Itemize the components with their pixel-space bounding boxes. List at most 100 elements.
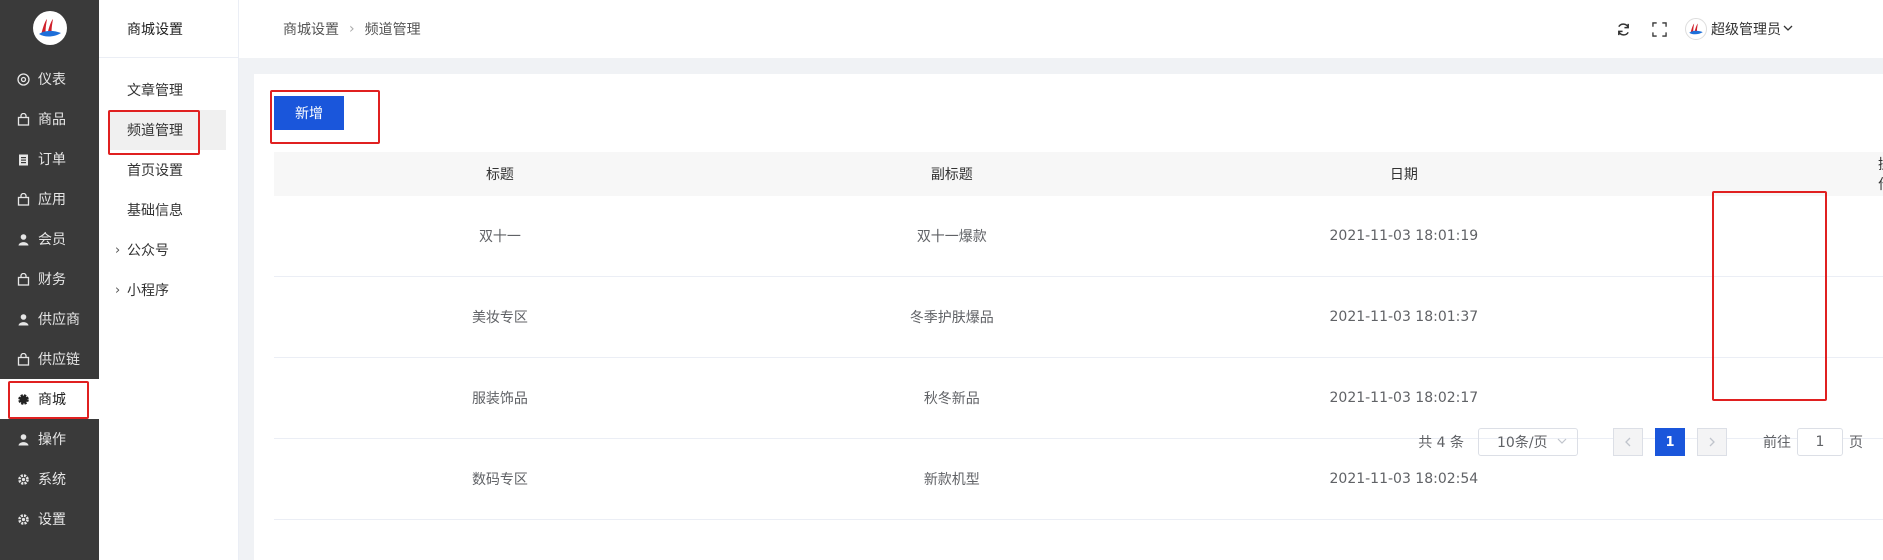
page-size-select[interactable]: 10条/页 [1478, 428, 1578, 456]
sidebar-item-settings[interactable]: 设置 [0, 499, 99, 539]
sidebar-item-system[interactable]: 系统 [0, 459, 99, 499]
next-page-button[interactable] [1697, 428, 1727, 456]
sidebar-item-label: 系统 [38, 472, 66, 488]
sidebar-item-members[interactable]: 会员 [0, 219, 99, 259]
pagination-total: 共 4 条 [1418, 435, 1464, 451]
sub-item-label: 首页设置 [127, 163, 183, 179]
goto-page: 前往 页 [1763, 428, 1863, 456]
sub-item-homepage[interactable]: 首页设置 [108, 150, 226, 190]
top-header: 商城设置 › 频道管理 超级管理员 [239, 0, 1883, 58]
breadcrumb: 商城设置 › 频道管理 [283, 19, 421, 39]
cell-actions: 编辑删除 [1629, 276, 1883, 358]
user-name: 超级管理员 [1711, 22, 1781, 38]
chevron-left-icon [1625, 437, 1631, 447]
header-actions: 超级管理员 [1613, 0, 1793, 58]
page-size-value: 10条/页 [1497, 435, 1548, 451]
clipboard-icon [16, 152, 30, 166]
sidebar-item-supply-chain[interactable]: 供应链 [0, 339, 99, 379]
goto-suffix: 页 [1849, 435, 1863, 451]
prev-page-button[interactable] [1613, 428, 1643, 456]
column-header-title: 标题 [274, 152, 726, 196]
sub-item-label: 基础信息 [127, 203, 183, 219]
gear-icon [16, 472, 30, 486]
sidebar-item-label: 操作 [38, 432, 66, 448]
sidebar-item-label: 会员 [38, 232, 66, 248]
goto-page-input[interactable] [1797, 428, 1843, 456]
column-header-actions: 操作 [1629, 152, 1883, 196]
breadcrumb-item[interactable]: 商城设置 [283, 19, 339, 39]
sidebar-item-products[interactable]: 商品 [0, 99, 99, 139]
sidebar-item-label: 财务 [38, 272, 66, 288]
brand-logo[interactable] [32, 11, 67, 45]
cell-actions: 编辑删除 [1629, 357, 1883, 439]
bag-icon [16, 192, 30, 206]
sidebar-item-dashboard[interactable]: 仪表 [0, 59, 99, 99]
cell-subtitle: 新款机型 [725, 438, 1178, 520]
column-header-subtitle: 副标题 [725, 152, 1178, 196]
sub-item-label: 公众号 [127, 243, 169, 259]
fullscreen-icon[interactable] [1649, 19, 1669, 39]
sub-sidebar: 商城设置 文章管理 频道管理 首页设置 基础信息 › 公众号 › 小程序 [99, 0, 239, 560]
sidebar-item-label: 商品 [38, 112, 66, 128]
bag-icon [16, 112, 30, 126]
add-button[interactable]: 新增 [274, 96, 344, 130]
goto-prefix: 前往 [1763, 435, 1791, 451]
cell-subtitle: 双十一爆款 [725, 196, 1178, 277]
user-menu[interactable]: 超级管理员 [1685, 18, 1793, 40]
refresh-icon[interactable] [1613, 19, 1633, 39]
chevron-down-icon [1557, 434, 1567, 450]
bag-icon [16, 272, 30, 286]
sidebar-item-apps[interactable]: 应用 [0, 179, 99, 219]
sidebar-item-label: 仪表 [38, 72, 66, 88]
sidebar-item-label: 应用 [38, 192, 66, 208]
cell-date: 2021-11-03 18:01:37 [1177, 276, 1630, 358]
table-row: 双十一 双十一爆款 2021-11-03 18:01:19 编辑删除 [274, 196, 1883, 277]
subbar-title: 商城设置 [99, 0, 238, 58]
sidebar-item-label: 供应商 [38, 312, 80, 328]
cell-title: 美妆专区 [274, 276, 726, 358]
breadcrumb-separator-icon: › [349, 21, 355, 37]
cell-subtitle: 秋冬新品 [725, 357, 1178, 439]
chevron-right-icon [1709, 437, 1715, 447]
cell-actions: 编辑删除 [1629, 196, 1883, 277]
cell-title: 服装饰品 [274, 357, 726, 439]
sidebar-item-label: 设置 [38, 512, 66, 528]
sidebar-item-suppliers[interactable]: 供应商 [0, 299, 99, 339]
user-icon [16, 232, 30, 246]
channel-table: 标题 副标题 日期 操作 双十一 双十一爆款 2021-11-03 18:01:… [274, 152, 1883, 520]
pagination: 共 4 条 10条/页 1 前往 页 [1418, 428, 1863, 456]
user-icon [16, 312, 30, 326]
sidebar-item-finance[interactable]: 财务 [0, 259, 99, 299]
sidebar-item-operations[interactable]: 操作 [0, 419, 99, 459]
sub-item-label: 频道管理 [127, 123, 183, 139]
sub-item-label: 文章管理 [127, 83, 183, 99]
user-icon [16, 432, 30, 446]
cell-title: 双十一 [274, 196, 726, 277]
cell-subtitle: 冬季护肤爆品 [725, 276, 1178, 358]
sidebar-item-label: 订单 [38, 152, 66, 168]
main-sidebar: 仪表 商品 订单 应用 会员 财务 供应商 供应链 商城 操作 系统 设置 [0, 0, 99, 560]
dashboard-icon [16, 72, 30, 86]
table-header-row: 标题 副标题 日期 操作 [274, 152, 1883, 196]
sub-item-basic-info[interactable]: 基础信息 [108, 190, 226, 230]
chevron-down-icon [1783, 21, 1793, 37]
sub-item-official-account[interactable]: › 公众号 [108, 230, 226, 270]
sidebar-item-orders[interactable]: 订单 [0, 139, 99, 179]
table-row: 美妆专区 冬季护肤爆品 2021-11-03 18:01:37 编辑删除 [274, 276, 1883, 358]
bag-icon [16, 352, 30, 366]
main-content-card: 新增 标题 副标题 日期 操作 双十一 双十一爆款 2021-11-03 18:… [254, 74, 1883, 560]
sub-item-mini-program[interactable]: › 小程序 [108, 270, 226, 310]
chevron-right-icon: › [115, 282, 121, 298]
chevron-right-icon: › [115, 242, 121, 258]
breadcrumb-item-current: 频道管理 [364, 22, 421, 38]
sub-item-articles[interactable]: 文章管理 [108, 70, 226, 110]
sidebar-item-mall[interactable]: 商城 [0, 379, 99, 419]
table-row: 服装饰品 秋冬新品 2021-11-03 18:02:17 编辑删除 [274, 357, 1883, 439]
cell-date: 2021-11-03 18:02:17 [1177, 357, 1630, 439]
avatar [1685, 18, 1707, 40]
page-number-button[interactable]: 1 [1655, 428, 1685, 456]
logo-area [0, 0, 99, 56]
sidebar-item-label: 商城 [38, 392, 66, 408]
sub-item-channels[interactable]: 频道管理 [108, 110, 226, 150]
sidebar-item-label: 供应链 [38, 352, 80, 368]
